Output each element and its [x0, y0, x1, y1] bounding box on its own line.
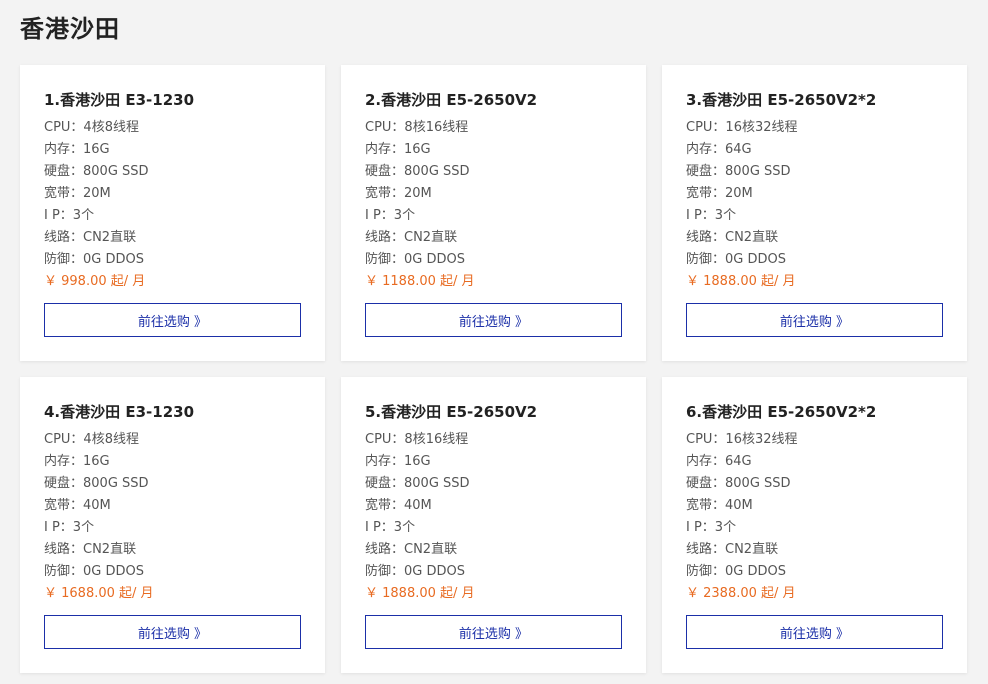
- spec-ram: 内存：64G: [686, 454, 752, 469]
- spec-disk: 硬盘：800G SSD: [365, 476, 470, 491]
- product-grid: 1.香港沙田 E3-1230 CPU：4核8线程 内存：16G 硬盘：800G …: [20, 65, 967, 673]
- product-price: ￥ 1188.00 起/ 月: [365, 274, 475, 289]
- spec-disk: 硬盘：800G SSD: [44, 164, 149, 179]
- spec-line: 线路：CN2直联: [365, 230, 458, 245]
- spec-ip: I P：3个: [686, 520, 737, 535]
- spec-disk: 硬盘：800G SSD: [686, 476, 791, 491]
- spec-defense: 防御：0G DDOS: [44, 564, 144, 579]
- product-card: 1.香港沙田 E3-1230 CPU：4核8线程 内存：16G 硬盘：800G …: [20, 65, 325, 361]
- product-price: ￥ 1888.00 起/ 月: [365, 586, 475, 601]
- product-title: 4.香港沙田 E3-1230: [44, 403, 195, 421]
- spec-ip: I P：3个: [686, 208, 737, 223]
- spec-line: 线路：CN2直联: [365, 542, 458, 557]
- spec-ip: I P：3个: [365, 208, 416, 223]
- spec-ip: I P：3个: [44, 208, 95, 223]
- spec-ram: 内存：16G: [44, 454, 110, 469]
- spec-bandwidth: 宽带：40M: [686, 498, 753, 513]
- product-card: 2.香港沙田 E5-2650V2 CPU：8核16线程 内存：16G 硬盘：80…: [341, 65, 646, 361]
- spec-bandwidth: 宽带：40M: [365, 498, 432, 513]
- spec-defense: 防御：0G DDOS: [365, 252, 465, 267]
- spec-ram: 内存：64G: [686, 142, 752, 157]
- spec-ip: I P：3个: [44, 520, 95, 535]
- product-title: 6.香港沙田 E5-2650V2*2: [686, 403, 877, 421]
- buy-button[interactable]: 前往选购 》: [44, 303, 301, 337]
- buy-button[interactable]: 前往选购 》: [365, 303, 622, 337]
- product-title: 5.香港沙田 E5-2650V2: [365, 403, 538, 421]
- page: 香港沙田 1.香港沙田 E3-1230 CPU：4核8线程 内存：16G 硬盘：…: [0, 0, 988, 684]
- spec-cpu: CPU：4核8线程: [44, 120, 139, 135]
- page-title: 香港沙田: [20, 15, 120, 43]
- buy-button[interactable]: 前往选购 》: [686, 303, 943, 337]
- spec-defense: 防御：0G DDOS: [44, 252, 144, 267]
- spec-disk: 硬盘：800G SSD: [44, 476, 149, 491]
- spec-defense: 防御：0G DDOS: [686, 564, 786, 579]
- spec-cpu: CPU：8核16线程: [365, 120, 469, 135]
- product-price: ￥ 998.00 起/ 月: [44, 274, 146, 289]
- spec-ram: 内存：16G: [365, 142, 431, 157]
- product-title: 3.香港沙田 E5-2650V2*2: [686, 91, 877, 109]
- spec-line: 线路：CN2直联: [44, 230, 137, 245]
- buy-button[interactable]: 前往选购 》: [365, 615, 622, 649]
- product-card: 3.香港沙田 E5-2650V2*2 CPU：16核32线程 内存：64G 硬盘…: [662, 65, 967, 361]
- product-card: 5.香港沙田 E5-2650V2 CPU：8核16线程 内存：16G 硬盘：80…: [341, 377, 646, 673]
- product-card: 4.香港沙田 E3-1230 CPU：4核8线程 内存：16G 硬盘：800G …: [20, 377, 325, 673]
- spec-bandwidth: 宽带：20M: [686, 186, 753, 201]
- spec-cpu: CPU：4核8线程: [44, 432, 139, 447]
- product-card: 6.香港沙田 E5-2650V2*2 CPU：16核32线程 内存：64G 硬盘…: [662, 377, 967, 673]
- spec-line: 线路：CN2直联: [686, 230, 779, 245]
- spec-line: 线路：CN2直联: [686, 542, 779, 557]
- spec-cpu: CPU：8核16线程: [365, 432, 469, 447]
- buy-button[interactable]: 前往选购 》: [686, 615, 943, 649]
- spec-line: 线路：CN2直联: [44, 542, 137, 557]
- spec-defense: 防御：0G DDOS: [686, 252, 786, 267]
- spec-defense: 防御：0G DDOS: [365, 564, 465, 579]
- product-price: ￥ 2388.00 起/ 月: [686, 586, 796, 601]
- spec-cpu: CPU：16核32线程: [686, 120, 798, 135]
- product-price: ￥ 1688.00 起/ 月: [44, 586, 154, 601]
- spec-bandwidth: 宽带：40M: [44, 498, 111, 513]
- spec-ram: 内存：16G: [44, 142, 110, 157]
- spec-cpu: CPU：16核32线程: [686, 432, 798, 447]
- spec-bandwidth: 宽带：20M: [44, 186, 111, 201]
- spec-disk: 硬盘：800G SSD: [686, 164, 791, 179]
- spec-ip: I P：3个: [365, 520, 416, 535]
- spec-ram: 内存：16G: [365, 454, 431, 469]
- buy-button[interactable]: 前往选购 》: [44, 615, 301, 649]
- spec-bandwidth: 宽带：20M: [365, 186, 432, 201]
- spec-disk: 硬盘：800G SSD: [365, 164, 470, 179]
- product-title: 2.香港沙田 E5-2650V2: [365, 91, 538, 109]
- product-title: 1.香港沙田 E3-1230: [44, 91, 195, 109]
- product-price: ￥ 1888.00 起/ 月: [686, 274, 796, 289]
